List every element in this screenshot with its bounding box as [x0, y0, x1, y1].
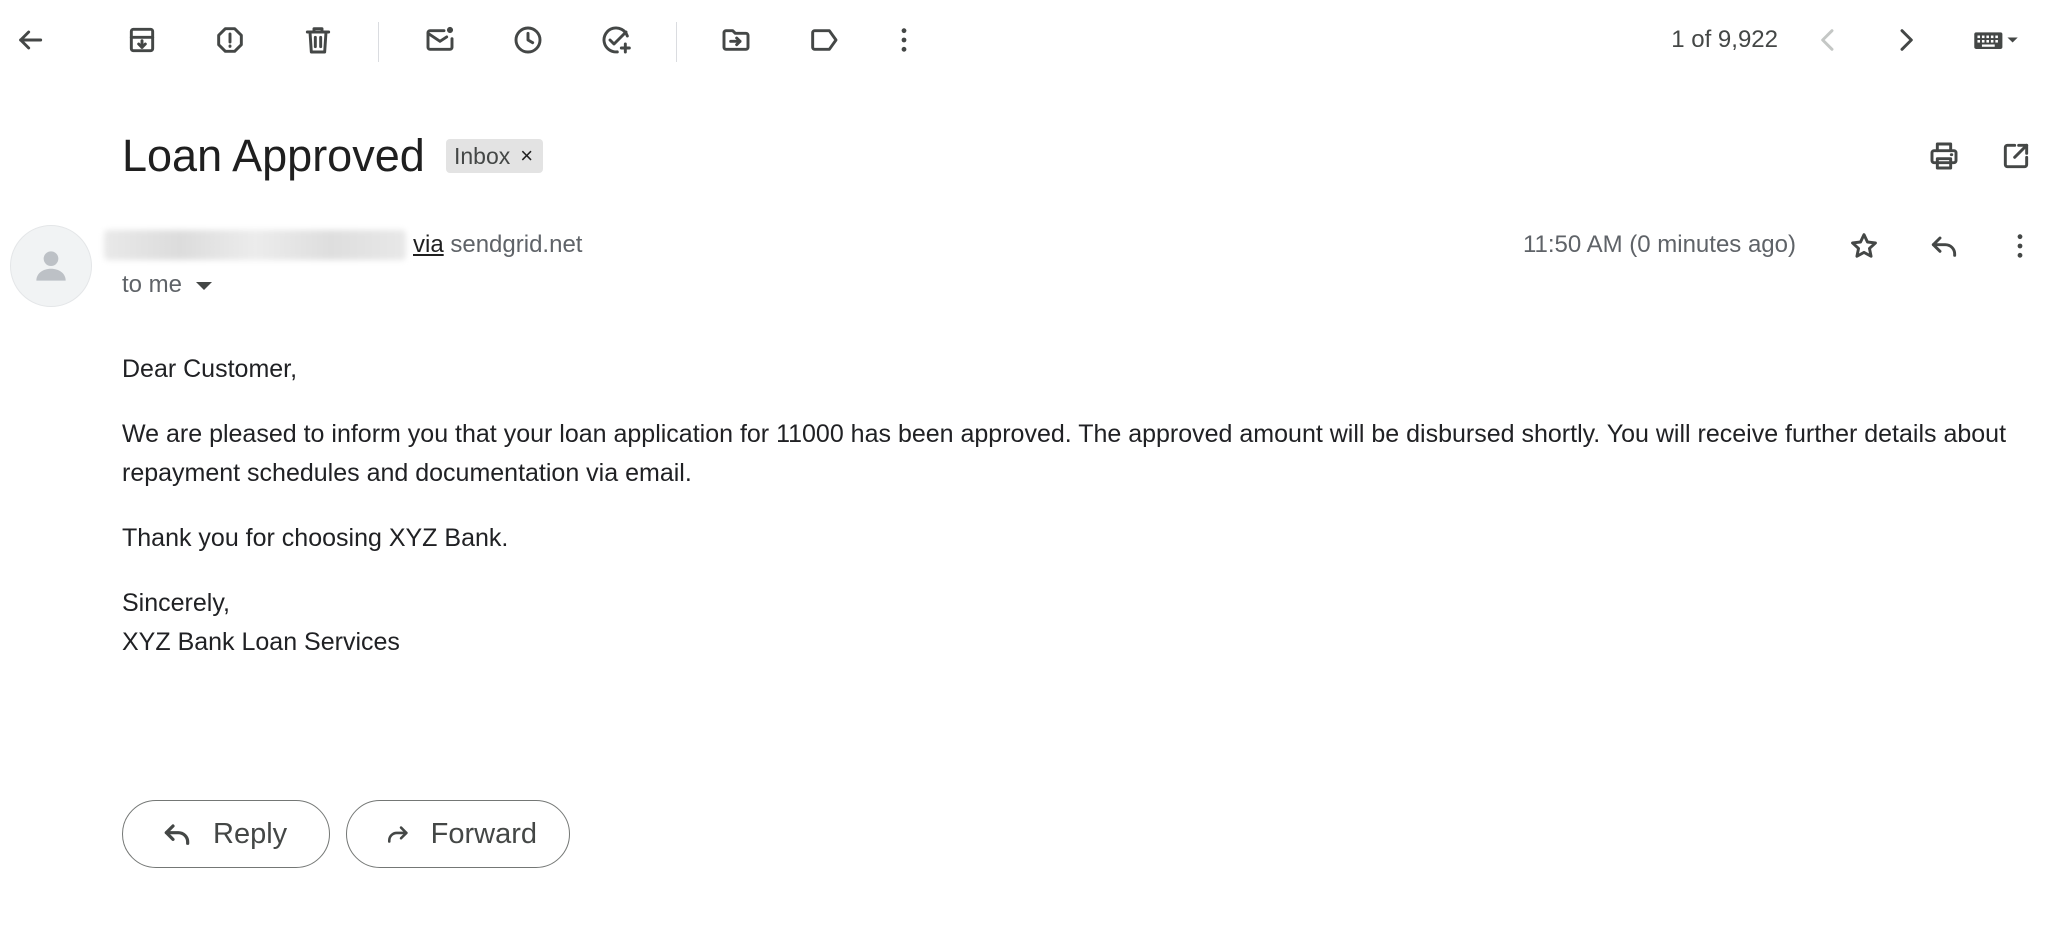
body-paragraph: We are pleased to inform you that your l… — [122, 420, 2007, 487]
label-icon — [811, 29, 838, 51]
keyboard-icon — [1974, 32, 2018, 49]
body-signature: XYZ Bank Loan Services — [122, 628, 400, 656]
prev-chevron-icon — [1821, 29, 1834, 51]
person-icon — [36, 251, 66, 281]
report-spam-button[interactable] — [204, 14, 256, 66]
newer-button[interactable] — [1802, 14, 1854, 66]
snooze-icon — [514, 26, 542, 54]
move-to-button[interactable] — [710, 14, 762, 66]
message-more-button[interactable] — [1994, 220, 2046, 272]
older-button[interactable] — [1880, 14, 1932, 66]
via-domain: sendgrid.net — [450, 231, 583, 258]
print-all-button[interactable] — [1918, 130, 1970, 182]
delete-icon — [305, 27, 331, 54]
mark-unread-icon — [426, 26, 454, 51]
print-icon — [1930, 142, 1958, 170]
email-subject: Loan Approved — [122, 130, 425, 181]
body-closing: Sincerely, — [122, 589, 230, 617]
sender-name-redacted — [104, 230, 406, 260]
via-link[interactable]: via — [413, 231, 444, 258]
email-body: Dear Customer, We are pleased to inform … — [122, 350, 2022, 662]
snooze-button[interactable] — [502, 14, 554, 66]
more-options-button[interactable] — [878, 14, 930, 66]
report-spam-icon — [217, 27, 243, 53]
open-in-new-window-button[interactable] — [1990, 130, 2042, 182]
star-icon — [1851, 233, 1877, 258]
archive-icon — [129, 27, 155, 53]
inbox-label-chip[interactable]: Inbox × — [446, 139, 544, 173]
next-chevron-icon — [1900, 29, 1913, 51]
email-timestamp: 11:50 AM (0 minutes ago) — [1522, 231, 1796, 258]
mark-unread-button[interactable] — [414, 14, 466, 66]
more-vert-icon — [2017, 234, 2023, 258]
sender-avatar[interactable] — [10, 225, 92, 307]
archive-button[interactable] — [116, 14, 168, 66]
delete-button[interactable] — [292, 14, 344, 66]
input-tools-button[interactable] — [1956, 14, 2036, 66]
show-details-caret-icon[interactable] — [196, 282, 213, 290]
body-greeting: Dear Customer, — [122, 355, 298, 383]
move-to-icon — [722, 29, 750, 51]
open-in-new-icon — [2003, 143, 2029, 169]
more-vert-icon — [901, 28, 907, 52]
toolbar-divider — [676, 22, 677, 62]
label-chip-text: Inbox — [454, 142, 511, 169]
back-button[interactable] — [4, 14, 56, 66]
forward-button-label: Forward — [430, 817, 537, 850]
reply-icon — [1931, 236, 1957, 257]
toolbar-divider — [378, 22, 379, 62]
reply-button-label: Reply — [213, 817, 288, 850]
body-thanks: Thank you for choosing XYZ Bank. — [122, 524, 509, 552]
forward-button[interactable]: Forward — [346, 800, 570, 868]
back-arrow-icon — [19, 30, 43, 50]
reply-icon — [164, 824, 190, 845]
star-button[interactable] — [1838, 220, 1890, 272]
reply-button[interactable]: Reply — [122, 800, 330, 868]
add-to-tasks-button[interactable] — [590, 14, 642, 66]
recipient-text: to me — [122, 271, 183, 298]
forward-icon — [387, 826, 408, 843]
reply-icon-button[interactable] — [1918, 220, 1970, 272]
sender-via: via sendgrid.net — [413, 231, 582, 259]
add-task-icon — [602, 26, 631, 54]
remove-label-icon[interactable]: × — [520, 143, 533, 169]
recipient-line: to me — [122, 271, 213, 299]
label-button[interactable] — [798, 14, 850, 66]
message-counter: 1 of 9,922 — [1671, 26, 1778, 53]
